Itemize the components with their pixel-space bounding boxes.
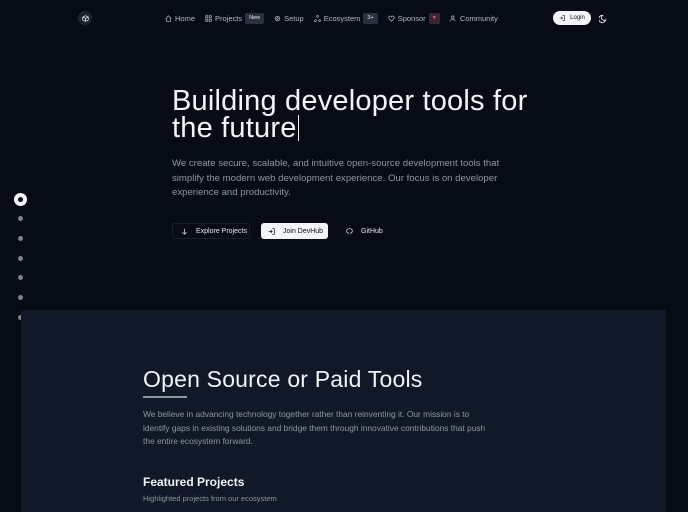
new-badge: New xyxy=(245,12,265,24)
arrow-down-icon xyxy=(182,228,187,235)
login-button[interactable]: Login xyxy=(553,11,591,25)
nav-item-projects[interactable]: Projects New xyxy=(205,12,265,24)
explore-projects-button[interactable]: Explore Projects xyxy=(172,223,250,239)
gear-icon xyxy=(275,15,281,21)
nav-label-ecosystem: Ecosystem xyxy=(323,13,361,23)
users-icon xyxy=(450,14,456,21)
hero-title-line2: the future xyxy=(172,112,297,144)
login-icon xyxy=(559,15,565,21)
nav-links: Home Projects New Setup Ecosystem 3+ Spo… xyxy=(165,11,508,25)
grid-icon xyxy=(205,14,212,22)
page-dot[interactable] xyxy=(18,295,23,300)
nav-item-ecosystem[interactable]: Ecosystem 3+ xyxy=(313,12,378,24)
join-devhub-button[interactable]: Join DevHub xyxy=(261,223,328,239)
theme-toggle[interactable] xyxy=(597,12,609,24)
nav-item-community[interactable]: Community xyxy=(450,14,498,23)
page-dot[interactable] xyxy=(18,256,23,261)
typing-caret xyxy=(297,115,300,141)
nav-item-home[interactable]: Home xyxy=(165,14,195,23)
top-nav: Home Projects New Setup Ecosystem 3+ Spo… xyxy=(0,0,688,36)
sponsor-heart-badge: ♥ xyxy=(428,12,440,24)
page-dot[interactable] xyxy=(18,275,23,280)
logo[interactable] xyxy=(78,11,92,25)
section-title-underline xyxy=(143,396,187,398)
page-dot[interactable] xyxy=(18,216,23,221)
section-title: Open Source or Paid Tools xyxy=(143,366,423,392)
hero-title: Building developer tools for the future xyxy=(172,87,552,144)
nav-label-home: Home xyxy=(175,13,196,23)
nav-label-setup: Setup xyxy=(284,13,304,23)
page-dot[interactable] xyxy=(18,236,23,241)
network-icon xyxy=(313,14,321,22)
nav-label-sponsor: Sponsor xyxy=(397,13,426,23)
ecosystem-count-badge: 3+ xyxy=(363,12,378,24)
nav-label-community: Community xyxy=(459,13,498,23)
page-dot-active[interactable] xyxy=(14,193,27,206)
hero-description: We create secure, scalable, and intuitiv… xyxy=(172,158,500,199)
featured-projects-title: Featured Projects xyxy=(143,475,245,489)
section-description: We believe in advancing technology toget… xyxy=(143,409,486,447)
nav-item-sponsor[interactable]: Sponsor ♥ xyxy=(388,12,440,24)
page-dot-active-center xyxy=(18,197,23,202)
github-button[interactable]: GitHub xyxy=(340,223,390,239)
login-label: Login xyxy=(570,15,585,21)
page: Home Projects New Setup Ecosystem 3+ Spo… xyxy=(0,0,688,512)
explore-projects-label: Explore Projects xyxy=(196,227,247,235)
login-icon xyxy=(268,227,275,235)
nav-label-projects: Projects xyxy=(215,13,243,23)
nav-item-setup[interactable]: Setup xyxy=(274,14,304,23)
github-label: GitHub xyxy=(361,227,383,235)
github-icon xyxy=(346,227,353,234)
home-icon xyxy=(165,14,172,22)
moon-icon xyxy=(598,14,606,23)
cube-icon xyxy=(81,14,89,22)
join-devhub-label: Join DevHub xyxy=(283,227,324,235)
featured-projects-subtitle: Highlighted projects from our ecosystem xyxy=(143,494,277,503)
heart-icon xyxy=(388,15,395,22)
